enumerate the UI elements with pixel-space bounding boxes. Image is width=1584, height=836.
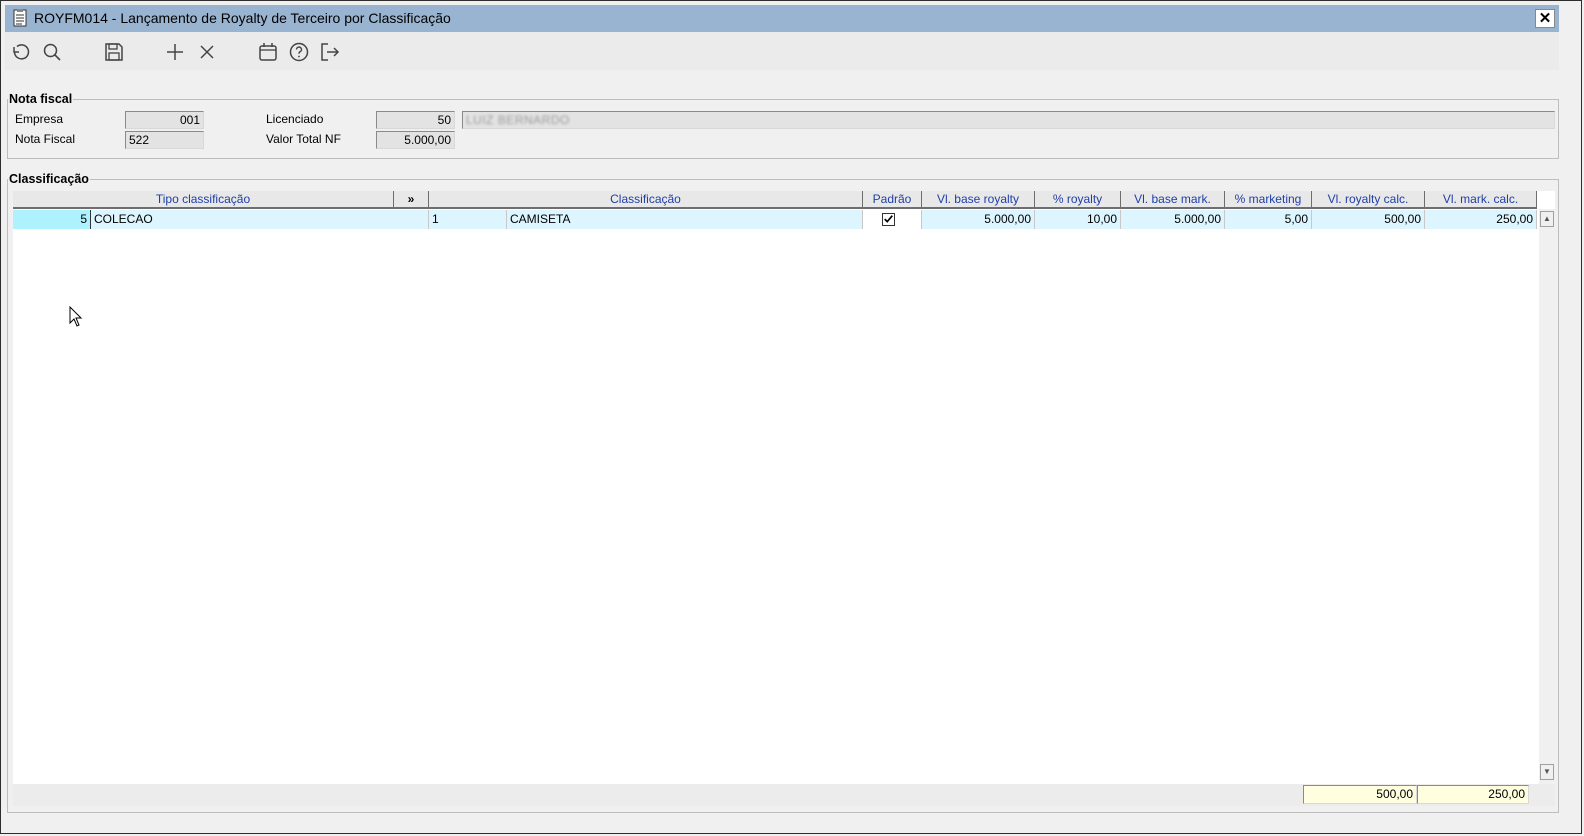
classificacao-grid: Tipo classificação » Classificação Padrã… (13, 191, 1555, 787)
licenciado-label: Licenciado (266, 112, 324, 126)
pct-marketing-cell[interactable]: 5,00 (1225, 210, 1312, 229)
tipo-code-cell[interactable]: 5 (13, 210, 91, 229)
col-vl-mark-calc[interactable]: Vl. mark. calc. (1425, 191, 1537, 209)
vertical-scrollbar[interactable]: ▲ ▼ (1539, 209, 1555, 787)
scroll-up-button[interactable]: ▲ (1540, 211, 1554, 227)
close-icon: ✕ (1538, 10, 1552, 27)
toolbar (5, 32, 1559, 70)
total-mark-field: 250,00 (1417, 785, 1529, 804)
classificacao-legend: Classificação (9, 172, 89, 186)
scroll-down-button[interactable]: ▼ (1540, 764, 1554, 780)
class-code-cell[interactable]: 1 (429, 210, 507, 229)
col-vl-base-royalty[interactable]: Vl. base royalty (922, 191, 1035, 209)
vl-base-mark-cell[interactable]: 5.000,00 (1121, 210, 1225, 229)
nota-fiscal-label: Nota Fiscal (15, 132, 76, 146)
mouse-cursor-icon (69, 306, 83, 327)
licenciado-name-text: LUIZ BERNARDO (466, 113, 570, 127)
vl-mark-calc-cell[interactable]: 250,00 (1425, 210, 1537, 229)
vl-base-royalty-cell[interactable]: 5.000,00 (922, 210, 1035, 229)
expand-columns-button[interactable]: » (394, 191, 429, 209)
pct-royalty-cell[interactable]: 10,00 (1035, 210, 1121, 229)
delete-icon[interactable] (196, 41, 218, 63)
total-royalty-field: 500,00 (1303, 785, 1417, 804)
valor-total-label: Valor Total NF (266, 132, 341, 146)
valor-total-field[interactable]: 5.000,00 (376, 131, 455, 149)
title-bar: ROYFM014 - Lançamento de Royalty de Terc… (5, 5, 1559, 32)
tipo-desc-cell[interactable]: COLECAO (91, 210, 429, 229)
col-pct-marketing[interactable]: % marketing (1225, 191, 1312, 209)
window-title: ROYFM014 - Lançamento de Royalty de Terc… (34, 10, 451, 26)
help-icon[interactable] (288, 41, 310, 63)
nota-fiscal-legend: Nota fiscal (9, 92, 73, 106)
arrow-up-icon: ▲ (1543, 214, 1551, 223)
save-icon[interactable] (103, 41, 125, 63)
licenciado-name-field: LUIZ BERNARDO (462, 111, 1555, 129)
exit-icon[interactable] (319, 41, 341, 63)
col-pct-royalty[interactable]: % royalty (1035, 191, 1121, 209)
totals-bar: 500,00 250,00 (13, 784, 1555, 806)
padrao-checkbox[interactable] (882, 213, 895, 226)
calendar-icon[interactable] (257, 41, 279, 63)
add-icon[interactable] (164, 41, 186, 63)
nota-fiscal-field[interactable]: 522 (125, 131, 204, 149)
col-padrao[interactable]: Padrão (863, 191, 922, 209)
col-tipo-classificacao[interactable]: Tipo classificação (13, 191, 394, 209)
undo-icon[interactable] (9, 41, 31, 63)
empresa-field[interactable]: 001 (125, 111, 204, 129)
arrow-down-icon: ▼ (1543, 767, 1551, 776)
close-button[interactable]: ✕ (1535, 9, 1555, 28)
col-vl-royalty-calc[interactable]: Vl. royalty calc. (1312, 191, 1425, 209)
vl-royalty-calc-cell[interactable]: 500,00 (1312, 210, 1425, 229)
form-icon (13, 9, 27, 27)
licenciado-code-field[interactable]: 50 (376, 111, 455, 129)
col-vl-base-mark[interactable]: Vl. base mark. (1121, 191, 1225, 209)
search-icon[interactable] (41, 41, 63, 63)
class-desc-cell[interactable]: CAMISETA (507, 210, 863, 229)
main-window: ROYFM014 - Lançamento de Royalty de Terc… (0, 0, 1582, 834)
check-icon (884, 215, 893, 223)
col-classificacao[interactable]: Classificação (429, 191, 863, 209)
empresa-label: Empresa (15, 112, 64, 126)
